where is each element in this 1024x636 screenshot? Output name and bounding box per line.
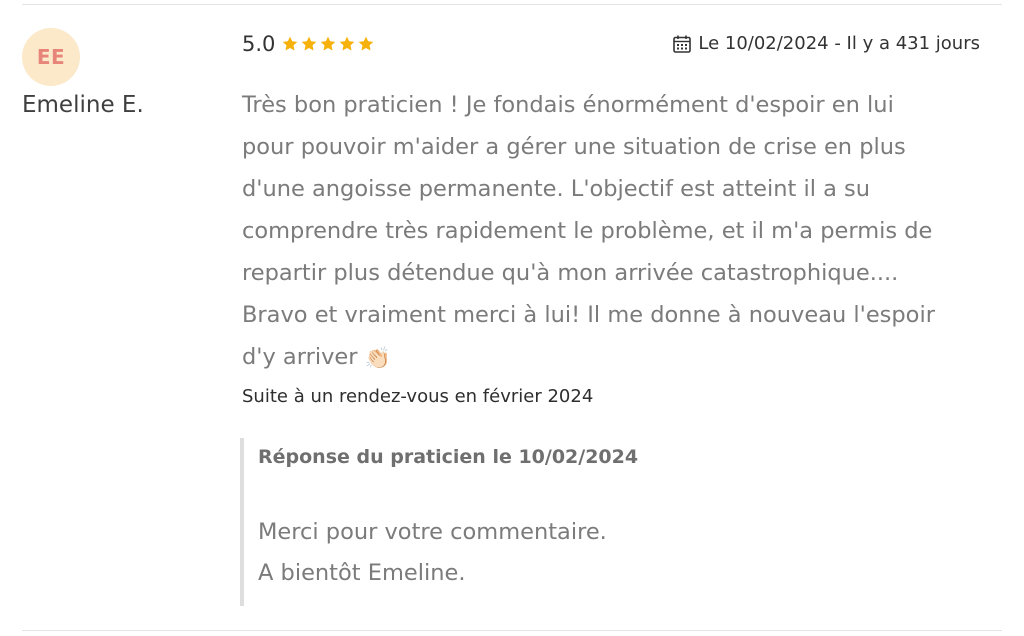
- comment-line: d'une angoisse permanente. L'objectif es…: [242, 176, 871, 202]
- reply-line: A bientôt Emeline.: [258, 560, 466, 586]
- review-comment: Très bon praticien ! Je fondais énorméme…: [242, 84, 982, 378]
- rating-value: 5.0: [242, 32, 276, 56]
- comment-line: d'y arriver: [242, 344, 358, 370]
- reply-body: Merci pour votre commentaire. A bientôt …: [258, 512, 940, 594]
- top-divider: [22, 4, 1002, 5]
- reply-title: Réponse du praticien le 10/02/2024: [258, 446, 639, 468]
- rating-stars: [281, 35, 375, 53]
- star-icon: [359, 36, 374, 51]
- star-icon: [340, 36, 355, 51]
- clapping-hands-icon: 👏🏻: [364, 346, 391, 370]
- avatar: EE: [22, 28, 80, 86]
- rating: 5.0: [242, 32, 375, 56]
- comment-line: Bravo et vraiment merci à lui! Il me don…: [242, 302, 935, 328]
- calendar-icon: [673, 35, 692, 53]
- comment-line: Très bon praticien ! Je fondais énorméme…: [242, 92, 894, 118]
- avatar-initials: EE: [36, 45, 66, 69]
- comment-line: pour pouvoir m'aider a gérer une situati…: [242, 134, 906, 160]
- author-name: Emeline E.: [22, 92, 144, 118]
- star-icon: [302, 36, 317, 51]
- comment-line: comprendre très rapidement le problème, …: [242, 218, 933, 244]
- appointment-info: Suite à un rendez-vous en février 2024: [242, 386, 594, 407]
- reply-line: Merci pour votre commentaire.: [258, 519, 607, 545]
- comment-line: repartir plus détendue qu'à mon arrivée …: [242, 260, 899, 286]
- review-card: EE Emeline E. 5.0 Le 10/02/2024 - Il y a…: [0, 0, 1024, 636]
- review-date: Le 10/02/2024 - Il y a 431 jours: [672, 33, 980, 54]
- star-icon: [283, 36, 298, 51]
- bottom-divider: [22, 630, 1002, 631]
- review-date-text: Le 10/02/2024 - Il y a 431 jours: [698, 33, 980, 54]
- star-icon: [321, 36, 336, 51]
- practitioner-reply: Réponse du praticien le 10/02/2024 Merci…: [240, 438, 940, 606]
